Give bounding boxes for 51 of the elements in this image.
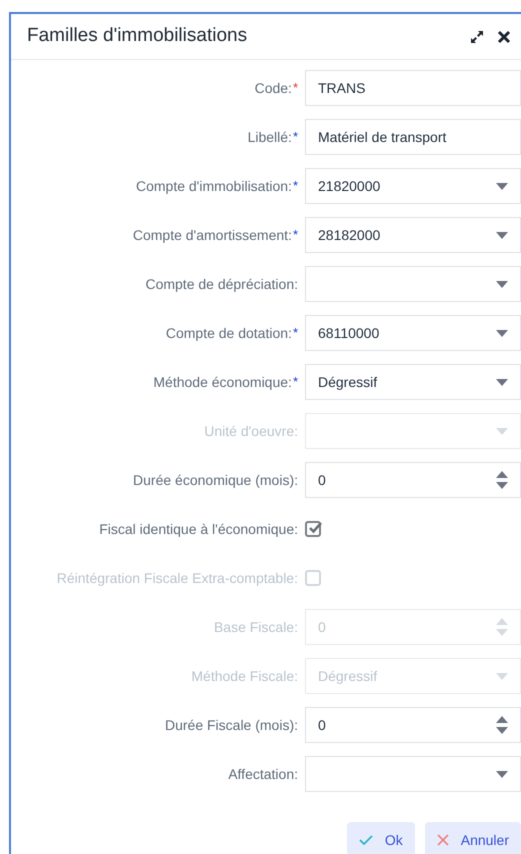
field-label: Compte de dotation: xyxy=(166,324,292,343)
caret-icon xyxy=(496,232,508,238)
expand-icon[interactable] xyxy=(469,28,485,44)
close-icon[interactable] xyxy=(497,30,511,44)
field-label: Méthode économique: xyxy=(153,372,292,392)
checkbox[interactable] xyxy=(305,521,321,537)
caret-icon xyxy=(496,770,508,778)
number-field[interactable]: 0 xyxy=(305,462,521,498)
select-field[interactable]: 21820000 xyxy=(305,168,521,204)
required-mark: * xyxy=(292,324,298,342)
field-label: Unité d'oeuvre: xyxy=(204,422,298,440)
spinner-icon[interactable] xyxy=(496,716,508,734)
field-label: Code: xyxy=(254,78,292,98)
required-mark: * xyxy=(292,177,298,196)
caret-icon xyxy=(496,330,508,336)
required-mark: * xyxy=(292,79,298,98)
input-field[interactable]: Matériel de transport xyxy=(305,119,521,155)
field-label: Base Fiscale: xyxy=(214,618,298,636)
select-field[interactable]: 28182000 xyxy=(305,217,521,253)
field-label: Libellé: xyxy=(248,128,292,146)
caret-icon xyxy=(496,378,508,386)
required-mark: * xyxy=(292,226,298,244)
required-mark: * xyxy=(292,128,298,146)
select-field[interactable]: 68110000 xyxy=(305,315,521,351)
field-label: Affectation: xyxy=(228,764,298,784)
caret-icon xyxy=(496,428,508,434)
select-field[interactable] xyxy=(305,266,521,302)
number-field[interactable]: 0 xyxy=(305,707,521,743)
field-label: Durée Fiscale (mois): xyxy=(164,716,298,735)
cancel-button[interactable]: Annuler xyxy=(424,822,521,854)
select-field[interactable] xyxy=(305,413,521,449)
field-label: Compte d'amortissement: xyxy=(132,226,292,245)
window-title: Familles d'immobilisations xyxy=(27,24,248,48)
check-icon xyxy=(308,522,322,534)
required-mark: * xyxy=(292,373,298,392)
spinner-icon[interactable] xyxy=(496,471,508,489)
field-label: Compte de dépréciation: xyxy=(145,274,298,294)
field-label: Méthode Fiscale: xyxy=(191,666,298,686)
field-label: Réintégration Fiscale Extra-comptable: xyxy=(56,568,298,588)
caret-icon xyxy=(496,280,508,288)
check-icon xyxy=(358,835,373,845)
select-field[interactable] xyxy=(305,756,521,792)
field-label: Fiscal identique à l'économique: xyxy=(99,520,298,539)
input-field[interactable]: TRANS xyxy=(305,70,521,106)
field-label: Durée économique (mois): xyxy=(133,470,298,490)
ok-button[interactable]: Ok xyxy=(346,822,415,854)
field-label: Compte d'immobilisation: xyxy=(136,176,292,196)
caret-icon xyxy=(496,672,508,680)
caret-icon xyxy=(496,182,508,190)
close-icon xyxy=(436,834,449,846)
select-field[interactable]: Dégressif xyxy=(305,364,521,400)
